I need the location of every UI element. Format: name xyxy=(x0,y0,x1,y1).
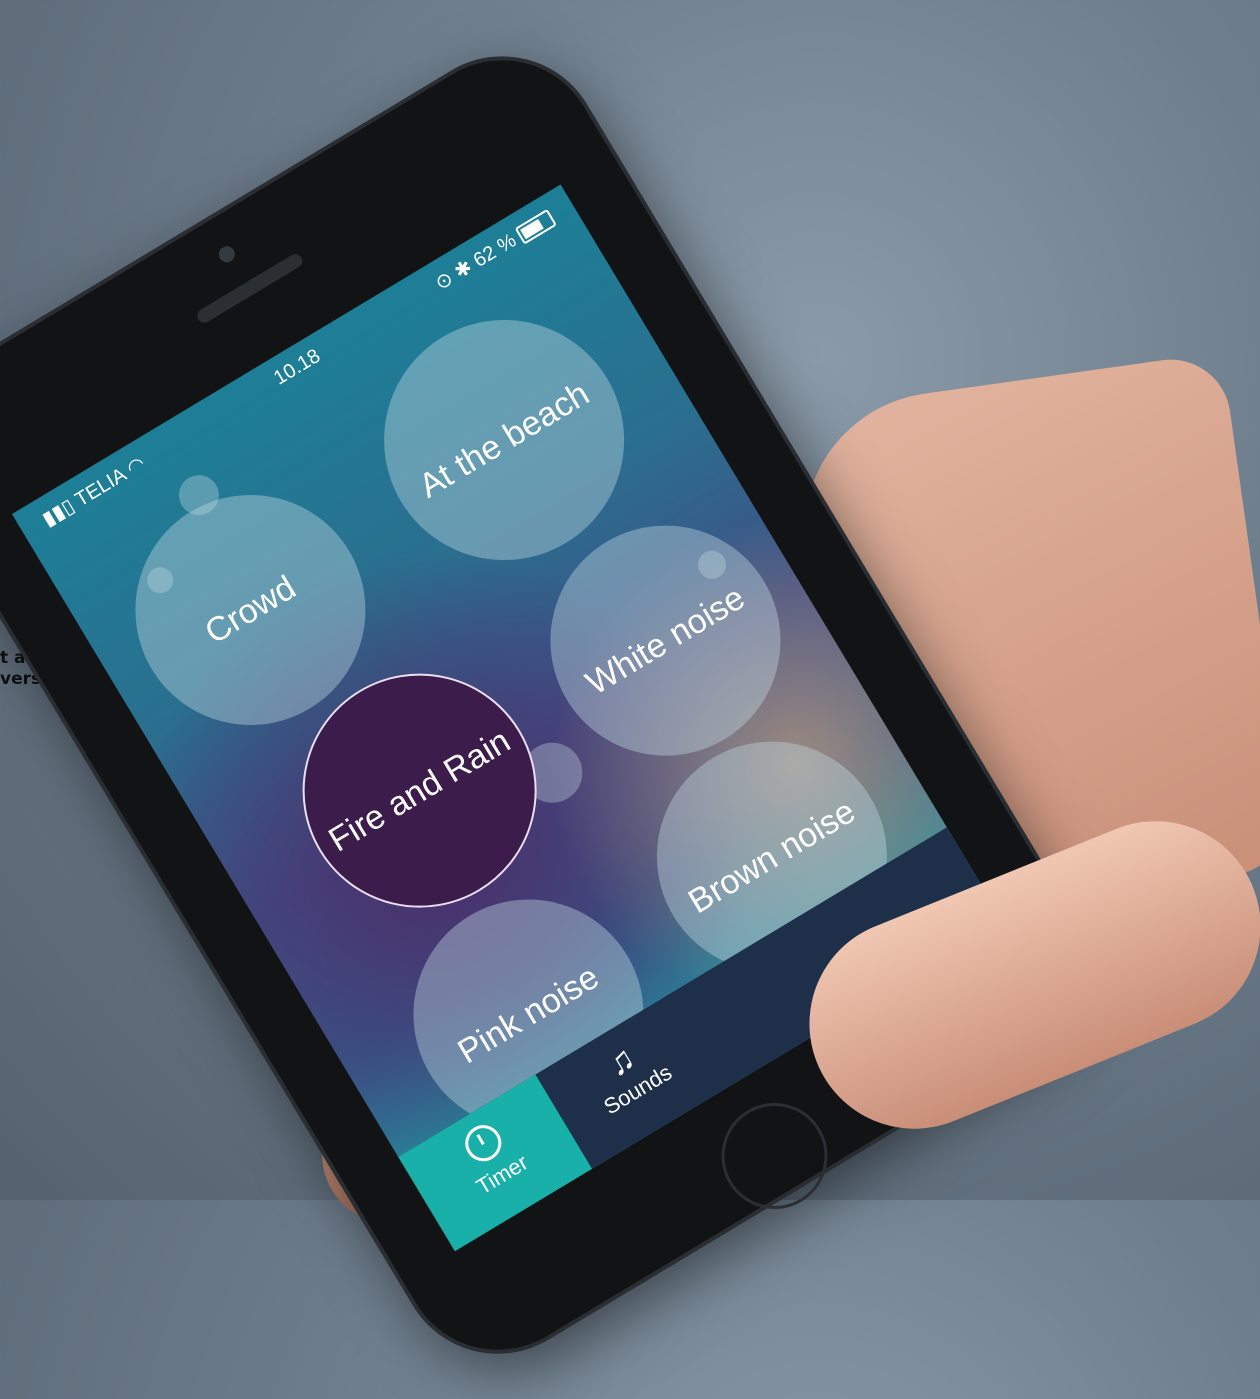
battery-icon xyxy=(514,209,558,245)
bubble-label: Crowd xyxy=(198,567,303,652)
bubble-label: At the beach xyxy=(412,374,596,506)
earpiece-speaker xyxy=(194,251,305,326)
bubble-label: Fire and Rain xyxy=(322,721,517,860)
bubble-label: White noise xyxy=(579,578,752,703)
front-camera-icon xyxy=(215,243,238,266)
battery-percent: 62 % xyxy=(469,229,521,272)
home-button[interactable] xyxy=(701,1083,848,1229)
bluetooth-icon: ✱ xyxy=(450,255,477,284)
status-right: ⊙ ✱ 62 % xyxy=(430,205,558,295)
tab-label: Timer xyxy=(471,1149,533,1200)
